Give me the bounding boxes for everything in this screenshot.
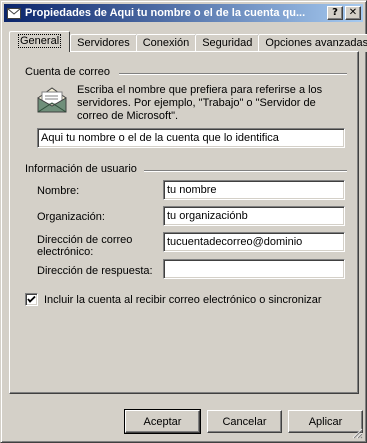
title-bar[interactable]: Propiedades de Aqui tu nombre o el de la… [4, 4, 363, 22]
user-info-group-label: Información de usuario [25, 163, 137, 175]
include-account-checkbox[interactable] [25, 293, 38, 306]
close-button[interactable]: ✕ [345, 6, 361, 20]
ok-button[interactable]: Aceptar [124, 409, 201, 434]
account-description: Escriba el nombre que prefiera para refe… [77, 84, 323, 122]
tab-servidores[interactable]: Servidores [70, 34, 137, 52]
open-envelope-icon [36, 86, 68, 117]
name-field[interactable]: tu nombre [163, 180, 345, 200]
tab-strip: General Servidores Conexión Seguridad Op… [9, 31, 367, 52]
tab-conexion[interactable]: Conexión [135, 34, 197, 52]
properties-dialog: Propiedades de Aqui tu nombre o el de la… [0, 0, 367, 443]
checkmark-icon [27, 295, 36, 303]
organization-field[interactable]: tu organizaciónb [163, 206, 345, 226]
divider [119, 73, 347, 75]
resize-grip-icon[interactable] [351, 427, 363, 439]
tab-panel-general: Cuenta de correo Escriba el nombre que p… [9, 51, 359, 394]
mail-account-group-label: Cuenta de correo [25, 66, 110, 78]
organization-label: Organización: [37, 211, 105, 223]
tab-general[interactable]: General [9, 31, 71, 52]
reply-address-label: Dirección de respuesta: [37, 265, 153, 277]
cancel-button[interactable]: Cancelar [207, 410, 282, 433]
include-account-label[interactable]: Incluir la cuenta al recibir correo elec… [44, 294, 322, 306]
account-name-field[interactable]: Aqui tu nombre o el de la cuenta que lo … [37, 128, 345, 148]
email-label-line1: Dirección de correo [37, 234, 133, 246]
tab-seguridad[interactable]: Seguridad [195, 34, 260, 52]
divider [144, 170, 347, 172]
help-button[interactable]: ? [327, 6, 343, 20]
envelope-icon [6, 6, 22, 20]
tab-opciones-avanzadas[interactable]: Opciones avanzadas [258, 34, 367, 52]
name-label: Nombre: [37, 185, 80, 197]
reply-address-field[interactable] [163, 259, 345, 279]
window-title: Propiedades de Aqui tu nombre o el de la… [25, 7, 306, 19]
email-label-line2: electrónico: [37, 246, 94, 258]
email-field[interactable]: tucuentadecorreo@dominio [163, 232, 345, 252]
